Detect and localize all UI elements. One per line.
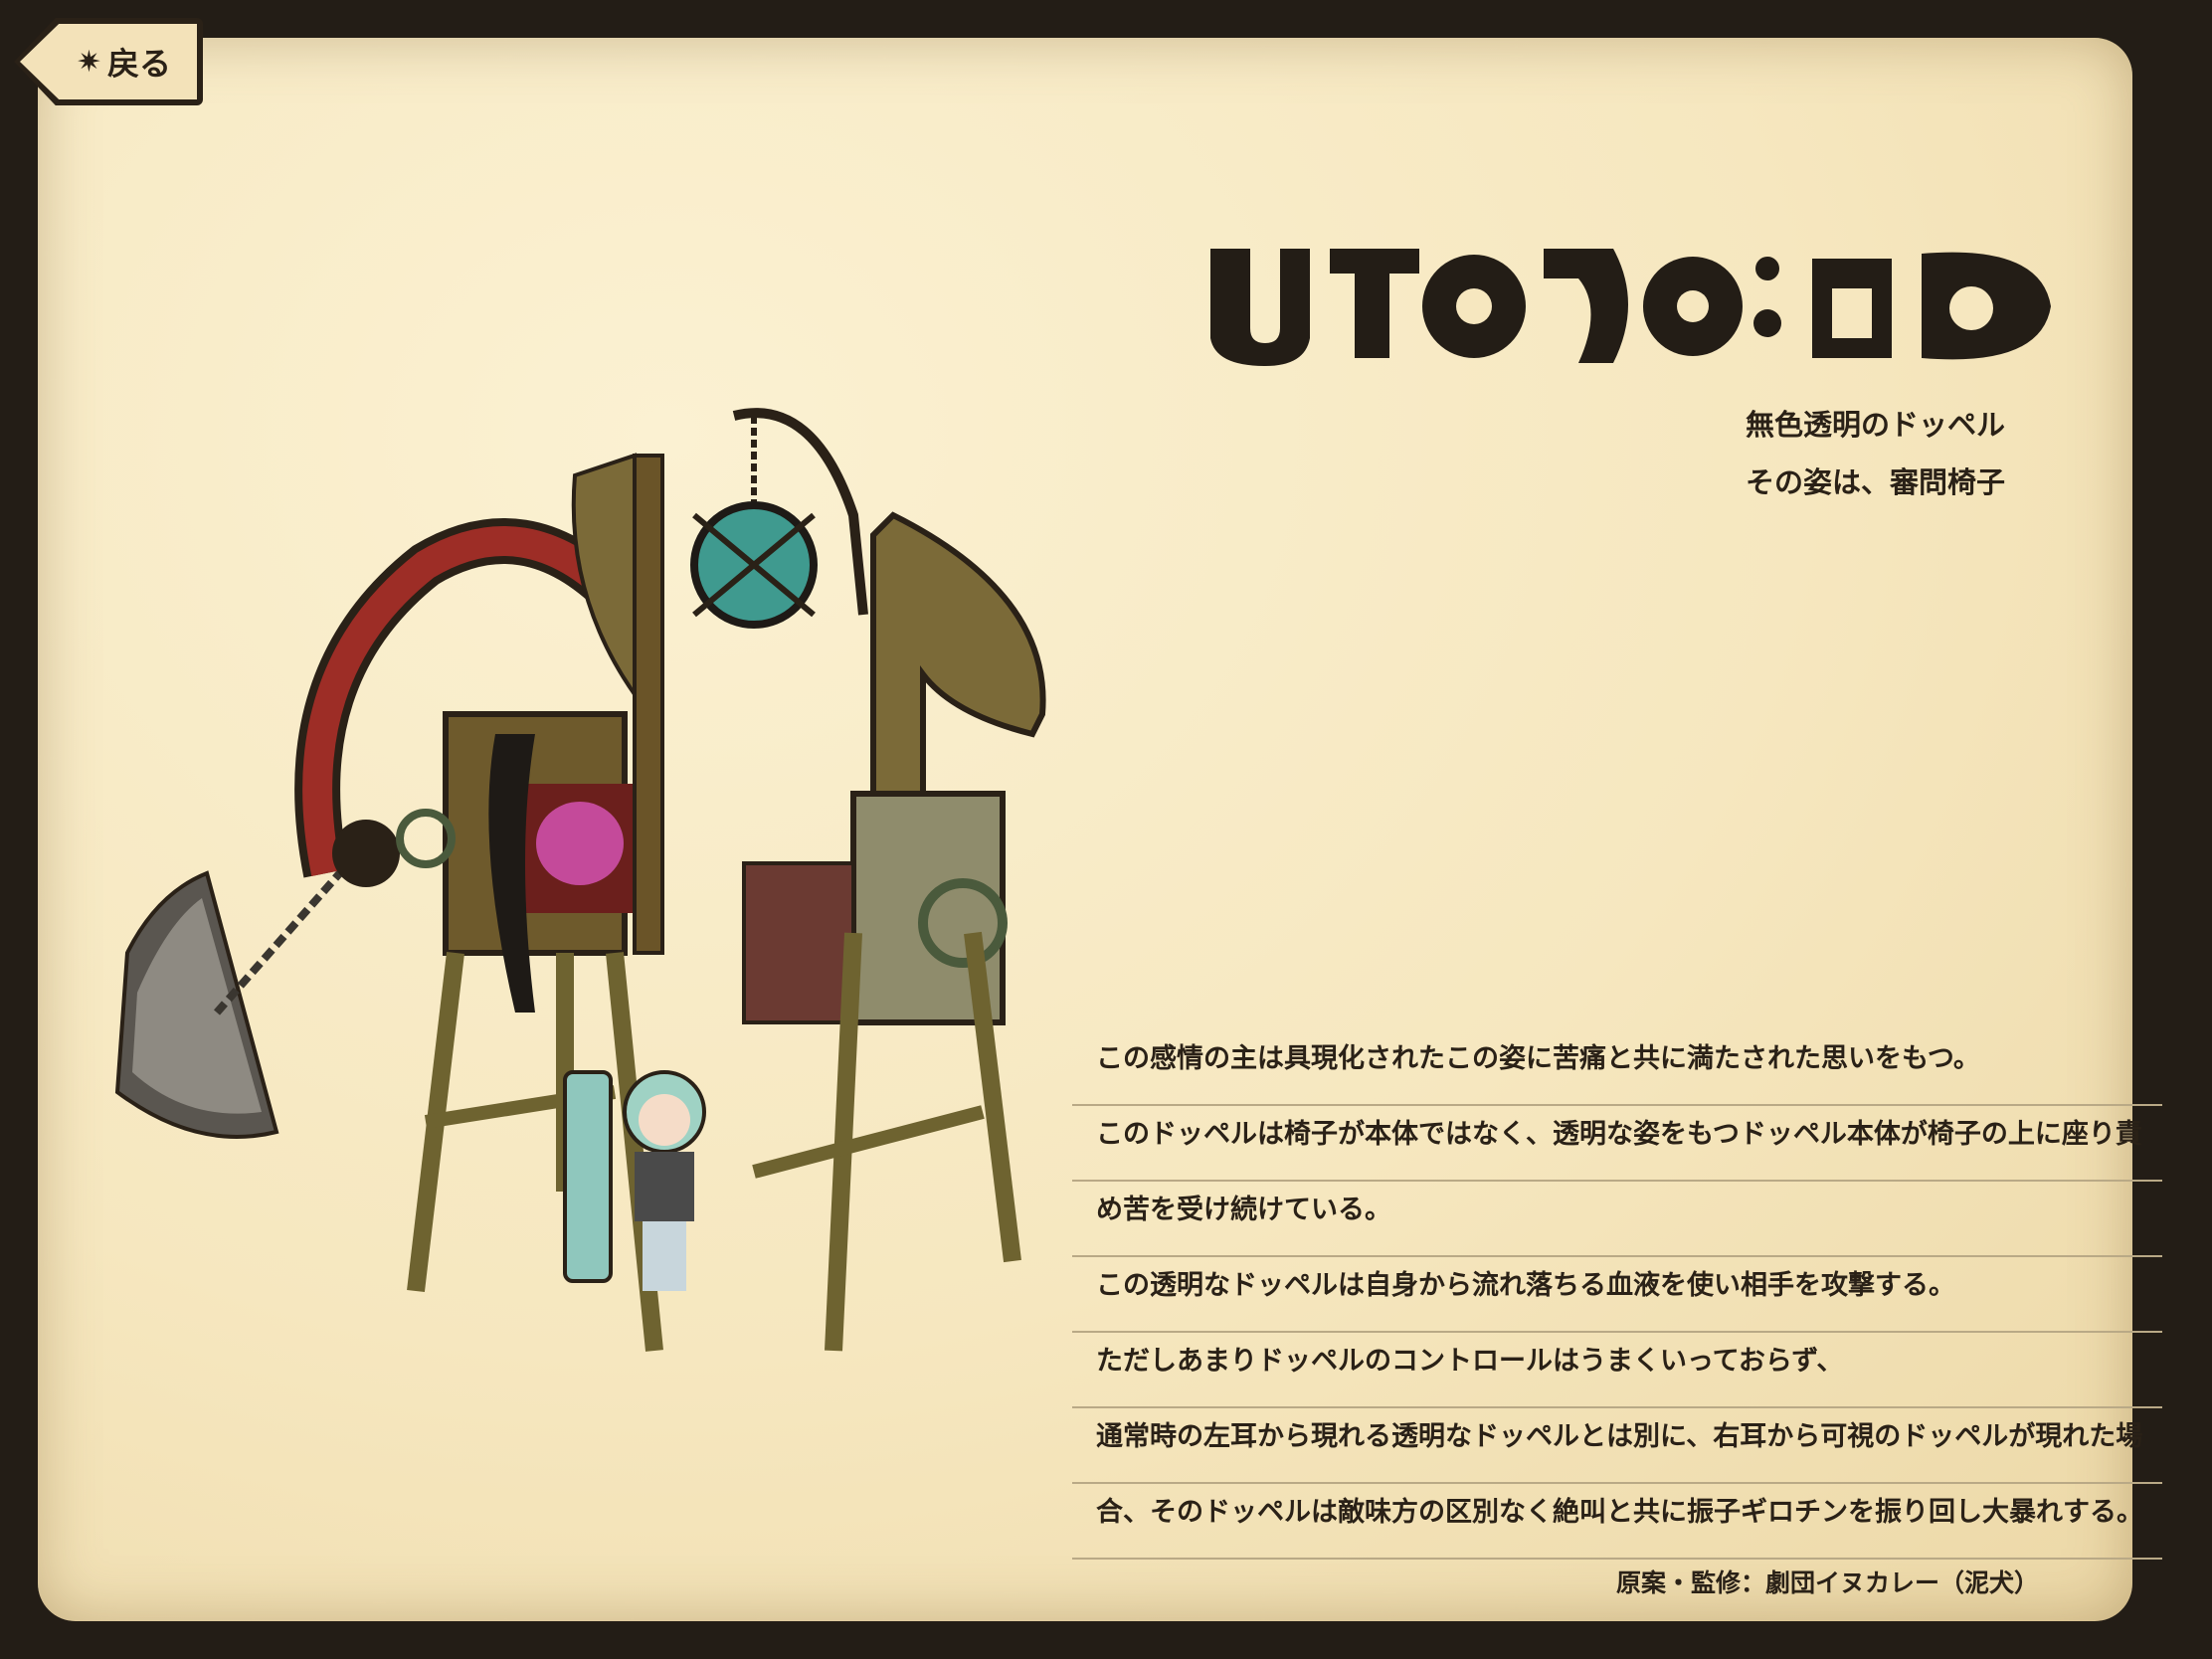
subtitle-line: その姿は、審問椅子 — [1745, 465, 2005, 499]
description-line: このドッペルは椅子が本体ではなく、透明な姿をもつドッペル本体が椅子の上に座り責 — [1072, 1106, 2162, 1182]
book-page: 無色透明のドッペル その姿は、審問椅子 この感情の主は具現化されたこの姿に苦痛と… — [38, 38, 2162, 1621]
description-line: ただしあまりドッペルのコントロールはうまくいっておらず、 — [1072, 1333, 2162, 1408]
credit-text: 原案・監修：劇団イヌカレー（泥犬） — [1615, 1568, 2039, 1597]
description-line: この透明なドッペルは自身から流れ落ちる血液を使い相手を攻撃する。 — [1072, 1257, 2162, 1333]
back-arrow-icon: ✷ — [76, 44, 101, 80]
description-line: 合、そのドッペルは敵味方の区別なく絶叫と共に振子ギロチンを振り回し大暴れする。 — [1072, 1484, 2162, 1560]
doppel-chair-illustration — [114, 408, 1046, 1352]
doppel-title-logo — [1210, 249, 2051, 366]
subtitle-line: 無色透明のドッペル — [1745, 408, 2005, 442]
description-line: 通常時の左耳から現れる透明なドッペルとは別に、右耳から可視のドッペルが現れた場 — [1072, 1408, 2162, 1484]
doppel-subtitle: 無色透明のドッペル その姿は、審問椅子 — [1746, 396, 2005, 511]
description-line: め苦を受け続けている。 — [1072, 1182, 2162, 1257]
back-button-label: 戻る — [106, 45, 171, 83]
doppel-description: この感情の主は具現化されたこの姿に苦痛と共に満たされた思いをもつ。 このドッペル… — [1072, 1030, 2162, 1560]
description-line: この感情の主は具現化されたこの姿に苦痛と共に満たされた思いをもつ。 — [1072, 1030, 2162, 1106]
